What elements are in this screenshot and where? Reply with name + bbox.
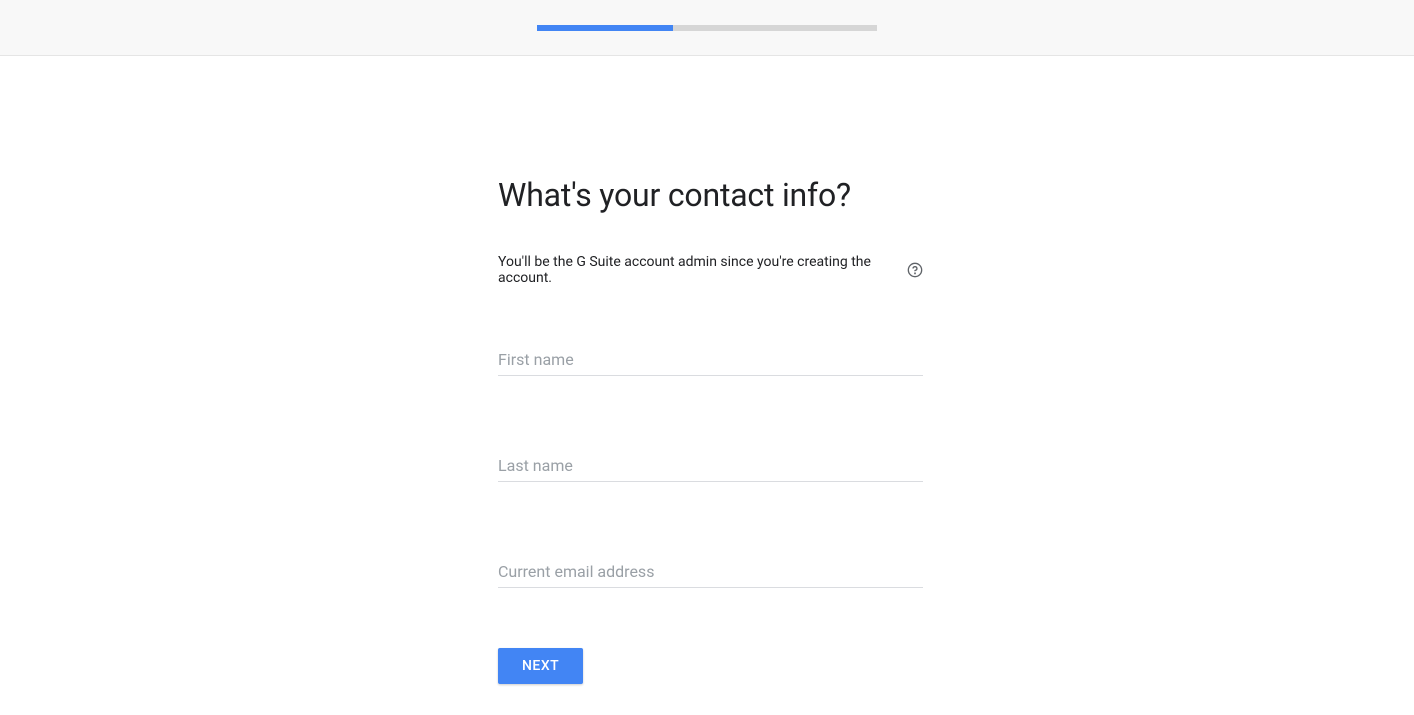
next-button[interactable]: NEXT <box>498 648 583 684</box>
page-heading: What's your contact info? <box>498 176 923 214</box>
first-name-field-group <box>498 346 923 376</box>
form-content: What's your contact info? You'll be the … <box>498 56 923 684</box>
email-input[interactable] <box>498 558 923 588</box>
first-name-input[interactable] <box>498 346 923 376</box>
last-name-input[interactable] <box>498 452 923 482</box>
header-bar <box>0 0 1414 56</box>
email-field-group <box>498 558 923 588</box>
subtext: You'll be the G Suite account admin sinc… <box>498 254 900 286</box>
subtext-row: You'll be the G Suite account admin sinc… <box>498 254 923 286</box>
last-name-field-group <box>498 452 923 482</box>
progress-track <box>537 25 877 31</box>
progress-fill <box>537 25 673 31</box>
help-icon[interactable] <box>907 262 923 278</box>
